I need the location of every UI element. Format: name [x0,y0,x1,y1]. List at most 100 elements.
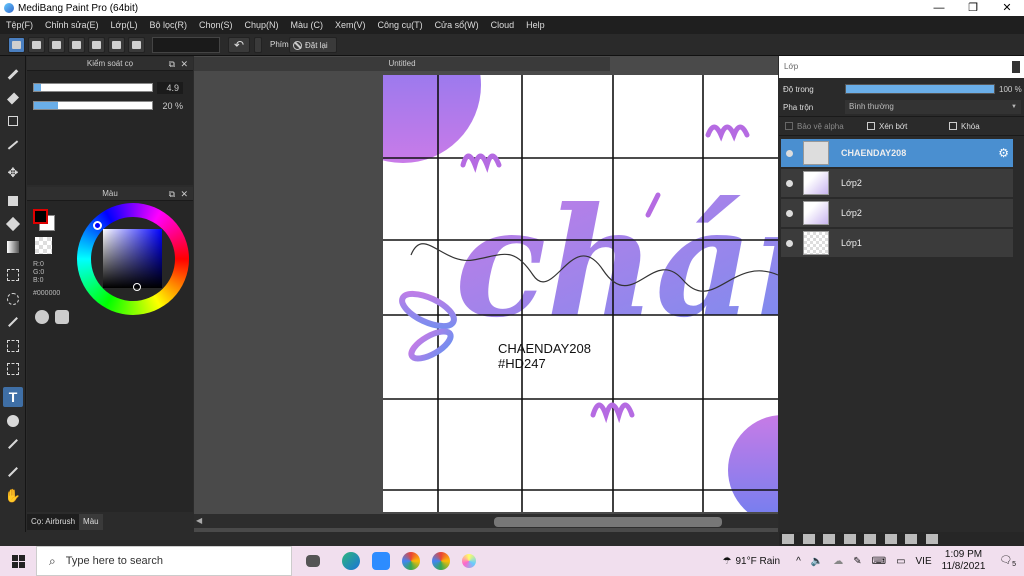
tool-gradient[interactable] [3,237,23,257]
undock-icon[interactable]: ⧉ [169,187,175,201]
layout-button[interactable] [108,37,125,53]
saturation-value-square[interactable] [103,229,162,288]
document-tab[interactable]: Untitled [194,57,610,71]
hue-handle[interactable] [93,221,102,230]
visibility-icon[interactable] [786,179,793,187]
tool-brush[interactable] [3,64,23,84]
keyboard-icon[interactable]: ⌨ [872,556,886,567]
start-button[interactable] [0,546,36,576]
palette-settings-icon[interactable] [55,310,69,324]
visibility-icon[interactable] [786,149,793,157]
menu-tools[interactable]: Công cụ(T) [378,20,423,30]
tool-text[interactable]: T [3,387,23,407]
share-button[interactable] [28,37,45,53]
tool-magic-wand[interactable] [3,312,23,332]
new-layer-icon[interactable] [782,534,794,544]
close-panel-icon[interactable]: ✕ [180,187,188,201]
color-tab[interactable]: Màu [79,514,103,530]
taskbar-search-box[interactable]: ⌕ Type here to search [36,546,292,576]
edge-browser-icon[interactable] [342,552,360,570]
new-layer-from-icon[interactable] [823,534,836,544]
language-indicator[interactable]: VIE [916,556,932,567]
menu-color[interactable]: Màu (C) [291,20,324,30]
reset-button[interactable]: Đặt lại [289,37,337,53]
menu-snap[interactable]: Chụp(N) [245,20,279,30]
notification-icon[interactable]: 🗨5 [999,555,1016,568]
foreground-color-swatch[interactable] [33,209,48,224]
menu-cloud[interactable]: Cloud [491,20,515,30]
menu-filter[interactable]: Bộ lọc(R) [149,20,187,30]
tool-select-pen[interactable] [3,336,23,356]
tool-hand[interactable]: ✋ [3,486,23,506]
tool-lasso[interactable] [3,289,23,309]
maximize-button[interactable]: ❐ [956,0,990,16]
display-icon[interactable]: ▭ [896,556,905,567]
copy-layer-icon[interactable] [802,534,815,544]
chrome-icon[interactable] [402,552,420,570]
cloud-tray-icon[interactable]: ☁ [833,556,843,567]
tool-balloon[interactable] [3,411,23,431]
undock-icon[interactable]: ⧉ [169,57,175,71]
menu-layer[interactable]: Lớp(L) [111,20,138,30]
menu-help[interactable]: Help [526,20,545,30]
cloud-toolbar-button[interactable] [8,37,25,53]
close-panel-icon[interactable]: ✕ [180,57,188,71]
panel-toggle-button[interactable] [68,37,85,53]
visibility-icon[interactable] [786,209,793,217]
tool-smudge[interactable] [3,462,23,482]
lock-checkbox[interactable] [949,122,957,130]
menu-window[interactable]: Cửa sổ(W) [435,20,479,30]
menu-select[interactable]: Chọn(S) [199,20,233,30]
undo-button[interactable]: ↶ [228,37,250,53]
transparent-color-swatch[interactable] [35,237,52,254]
merge-down-icon[interactable] [905,534,918,544]
panel-scroll-handle[interactable] [1012,61,1020,73]
hue-ring[interactable] [77,203,189,315]
brush-size-value[interactable]: 4.9 [157,82,183,94]
task-view-icon[interactable] [306,555,320,567]
tool-bucket[interactable] [3,214,23,234]
scroll-left-arrow-icon[interactable]: ◀ [196,516,202,525]
minimize-button[interactable]: — [922,0,956,16]
palette-icon[interactable] [35,310,49,324]
comment-button[interactable] [48,37,65,53]
menu-view[interactable]: Xem(V) [335,20,366,30]
page-button[interactable] [88,37,105,53]
close-button[interactable]: ✕ [990,0,1024,16]
folder-icon[interactable] [864,534,877,544]
clipping-checkbox[interactable] [867,122,875,130]
clock[interactable]: 1:09 PM 11/8/2021 [942,549,986,573]
menu-edit[interactable]: Chỉnh sửa(E) [45,20,99,30]
menu-file[interactable]: Tệp(F) [6,20,33,30]
volume-icon[interactable]: 🔈 [811,556,823,567]
tool-eyedropper[interactable] [3,434,23,454]
gear-icon[interactable]: ⚙ [998,146,1009,160]
blend-mode-select[interactable]: Bình thường ▼ [845,100,1021,114]
protect-alpha-checkbox[interactable] [785,122,793,130]
duplicate-icon[interactable] [884,534,897,544]
grid-button[interactable] [128,37,145,53]
add-layer-dropdown-icon[interactable] [843,534,856,544]
tool-pen[interactable] [3,135,23,155]
toolbar-field[interactable] [152,37,220,53]
chrome-icon[interactable] [432,552,450,570]
brush-opacity-slider[interactable] [33,101,153,110]
brush-size-slider[interactable] [33,83,153,92]
horizontal-scrollbar[interactable]: ◀ [194,514,778,528]
brush-tab[interactable]: Cọ: Airbrush [27,514,80,530]
tool-eraser[interactable] [3,88,23,108]
tray-chevron-icon[interactable]: ^ [796,556,801,567]
tool-fill-rect[interactable] [3,191,23,211]
visibility-icon[interactable] [786,239,793,247]
weather-text[interactable]: 91°F Rain [736,556,781,567]
color-handle[interactable] [133,283,141,291]
tool-select[interactable] [3,265,23,285]
tool-move[interactable]: ✥ [3,163,23,183]
layer-item[interactable]: Lớp2 [781,199,1013,228]
layer-item[interactable]: Lớp2 [781,169,1013,198]
drawing-canvas[interactable]: chán CHAENDAY208 #HD247 [383,75,778,512]
trash-icon[interactable] [925,534,938,544]
layer-opacity-slider[interactable] [845,84,995,94]
tool-select-eraser[interactable] [3,359,23,379]
medibang-taskbar-icon[interactable] [462,554,476,568]
